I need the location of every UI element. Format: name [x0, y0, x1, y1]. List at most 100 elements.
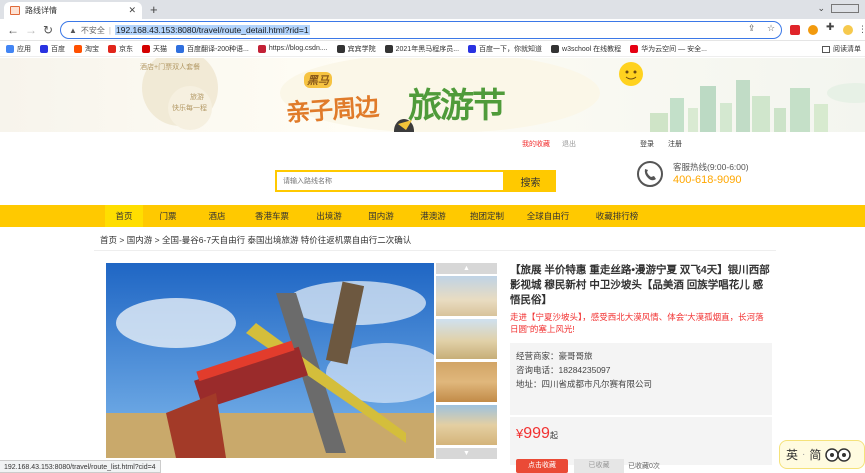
thumbnail[interactable]: [436, 362, 497, 402]
thumbnail[interactable]: [436, 276, 497, 316]
price-box: ¥999起 点击收藏 已收藏 已收藏0次: [510, 417, 772, 473]
favicon-icon: [10, 6, 20, 15]
register-link[interactable]: 注册: [668, 139, 682, 149]
favorited-button[interactable]: 已收藏: [574, 459, 624, 473]
bookmark-icon: [142, 44, 150, 53]
bookmark-icon: [630, 44, 639, 53]
bookmark-item[interactable]: 百度一下，你就知道: [468, 44, 542, 54]
bookmark-icon: [257, 44, 266, 53]
bookmark-icon: [551, 44, 560, 53]
banner-stamp-text: 酒店+门票双人套餐: [140, 64, 201, 71]
menu-item[interactable]: 国内游: [355, 205, 407, 227]
thumbnail[interactable]: [436, 319, 497, 359]
tab-search-icon[interactable]: ⌄: [817, 3, 825, 14]
url-text[interactable]: 192.168.43.153:8080/travel/route_detail.…: [115, 25, 310, 35]
main-menu: 首页 门票 酒店 香港车票 出境游 国内游 港澳游 抱团定制 全球自由行 收藏排行榜: [0, 205, 865, 227]
bookmark-item[interactable]: 百度: [40, 44, 65, 54]
forward-icon[interactable]: →: [25, 23, 37, 37]
logout-link[interactable]: 退出: [562, 139, 576, 149]
route-detail: ▲ ▼ 【旅展 半价特惠 重走丝路•漫游宁夏 双飞4天】银川西部影视城 穆民新村…: [94, 250, 776, 473]
share-icon[interactable]: ⇪: [748, 23, 756, 34]
tab-route-detail[interactable]: 路线详情 ✕: [4, 2, 142, 19]
route-title: 【旅展 半价特惠 重走丝路•漫游宁夏 双飞4天】银川西部影视城 穆民新村 中卫沙…: [510, 264, 770, 306]
new-tab-icon[interactable]: +: [150, 2, 158, 17]
status-bar-url: 192.168.43.153:8080/travel/route_list.ht…: [0, 460, 161, 473]
ime-mascot-icon: [825, 447, 852, 462]
seller-info: 经营商家：豪哥哥旅 咨询电话：18284235097 地址：四川省成都市凡尔赛有…: [510, 343, 772, 415]
favorite-count: 已收藏0次: [628, 463, 660, 470]
warning-icon[interactable]: ▲: [69, 26, 77, 35]
breadcrumb-category[interactable]: 国内游: [127, 235, 153, 245]
site-banner: 酒店+门票双人套餐 旅游 快乐每一程 黑马 亲子周边 旅游节: [0, 58, 865, 132]
banner-stamp-text: 快乐每一程: [172, 105, 207, 112]
extension-icon[interactable]: [808, 25, 818, 35]
thumb-scroll-up-icon[interactable]: ▲: [436, 263, 497, 274]
site-header: 我的收藏 退出 登录 注册 搜索 客服热线(9:00-6:00) 400-618…: [0, 132, 865, 204]
back-icon[interactable]: ←: [7, 23, 19, 37]
hotline-label: 客服热线(9:00-6:00): [673, 162, 749, 172]
search-input[interactable]: [275, 170, 505, 192]
menu-item[interactable]: 香港车票: [241, 205, 303, 227]
insecure-label[interactable]: 不安全: [81, 25, 105, 36]
login-link[interactable]: 登录: [640, 139, 654, 149]
menu-item[interactable]: 门票: [143, 205, 193, 227]
phone-icon: [637, 161, 663, 187]
bookmark-item[interactable]: 华为云空间 — 安全...: [630, 44, 707, 54]
reading-list[interactable]: 阅读清单: [822, 44, 861, 54]
bookmark-item[interactable]: 天猫: [142, 44, 167, 54]
seller-address: 四川省成都市凡尔赛有限公司: [541, 379, 653, 389]
route-price: ¥999起: [516, 425, 558, 442]
menu-item[interactable]: 首页: [105, 205, 143, 227]
menu-item[interactable]: 酒店: [193, 205, 241, 227]
breadcrumb-current: 全国-曼谷6-7天自由行 泰国出境旅游 特价往返机票自由行二次确认: [161, 235, 412, 245]
ime-charset[interactable]: 简: [809, 446, 821, 463]
breadcrumb-home[interactable]: 首页: [100, 235, 117, 245]
address-bar[interactable]: ▲ 不安全 | 192.168.43.153:8080/travel/route…: [60, 21, 782, 39]
window-control-icon[interactable]: [831, 4, 859, 13]
thumbnail[interactable]: [436, 405, 497, 445]
seller-name: 豪哥哥旅: [558, 351, 593, 361]
reload-icon[interactable]: ↻: [43, 23, 53, 37]
extension-icon[interactable]: [790, 25, 800, 35]
search-button[interactable]: 搜索: [505, 170, 556, 192]
menu-item[interactable]: 港澳游: [407, 205, 459, 227]
bookmark-item[interactable]: 2021年黑马程序员...: [384, 44, 459, 54]
bookmark-icon: [40, 44, 48, 53]
menu-item[interactable]: 全球自由行: [515, 205, 581, 227]
bookmark-item[interactable]: 京东: [108, 44, 133, 54]
close-tab-icon[interactable]: ✕: [128, 5, 136, 16]
menu-item[interactable]: 收藏排行榜: [581, 205, 653, 227]
tab-strip: 路线详情 ✕ + ⌄: [0, 0, 865, 19]
menu-item[interactable]: 抱团定制: [459, 205, 515, 227]
bookmark-icon: [468, 44, 477, 53]
bookmark-item[interactable]: 百度翻译-200种语...: [176, 44, 249, 54]
menu-item[interactable]: 出境游: [303, 205, 355, 227]
route-main-image[interactable]: [106, 263, 434, 458]
sun-icon: [619, 62, 643, 86]
breadcrumb: 首页 > 国内游 > 全国-曼谷6-7天自由行 泰国出境旅游 特价往返机票自由行…: [100, 235, 412, 245]
bookmark-item[interactable]: 宾宾学院: [336, 44, 376, 54]
profile-avatar-icon[interactable]: [843, 25, 853, 35]
menu-dots-icon[interactable]: ⋮: [858, 24, 865, 35]
banner-brand-title: 亲子周边: [285, 93, 380, 128]
thumb-scroll-down-icon[interactable]: ▼: [436, 448, 497, 459]
bookmark-star-icon[interactable]: ☆: [767, 23, 775, 34]
puzzle-icon[interactable]: ✚: [826, 22, 836, 33]
bookmark-item[interactable]: 应用: [6, 44, 31, 54]
bookmark-item[interactable]: w3school 在线教程: [551, 44, 621, 54]
reading-list-icon: [822, 45, 830, 53]
bookmark-icon: [6, 44, 14, 53]
seller-phone: 18284235097: [558, 365, 611, 375]
ime-mode[interactable]: 英: [786, 446, 798, 463]
bookmark-item[interactable]: https://blog.csdn....: [257, 44, 328, 53]
bookmark-item[interactable]: 淘宝: [74, 44, 99, 54]
banner-brand-small: 黑马: [304, 72, 332, 88]
bookmark-icon: [74, 44, 82, 53]
my-favorites-link[interactable]: 我的收藏: [522, 139, 550, 149]
favorite-button[interactable]: 点击收藏: [516, 459, 568, 473]
bookmark-icon: [384, 44, 393, 53]
bookmark-icon: [176, 44, 184, 53]
ime-toolbar[interactable]: 英 · 简: [779, 440, 865, 469]
bookmark-icon: [108, 44, 116, 53]
bookmarks-bar: 应用 百度 淘宝 京东 天猫 百度翻译-200种语... https://blog.csdn…: [0, 41, 865, 57]
